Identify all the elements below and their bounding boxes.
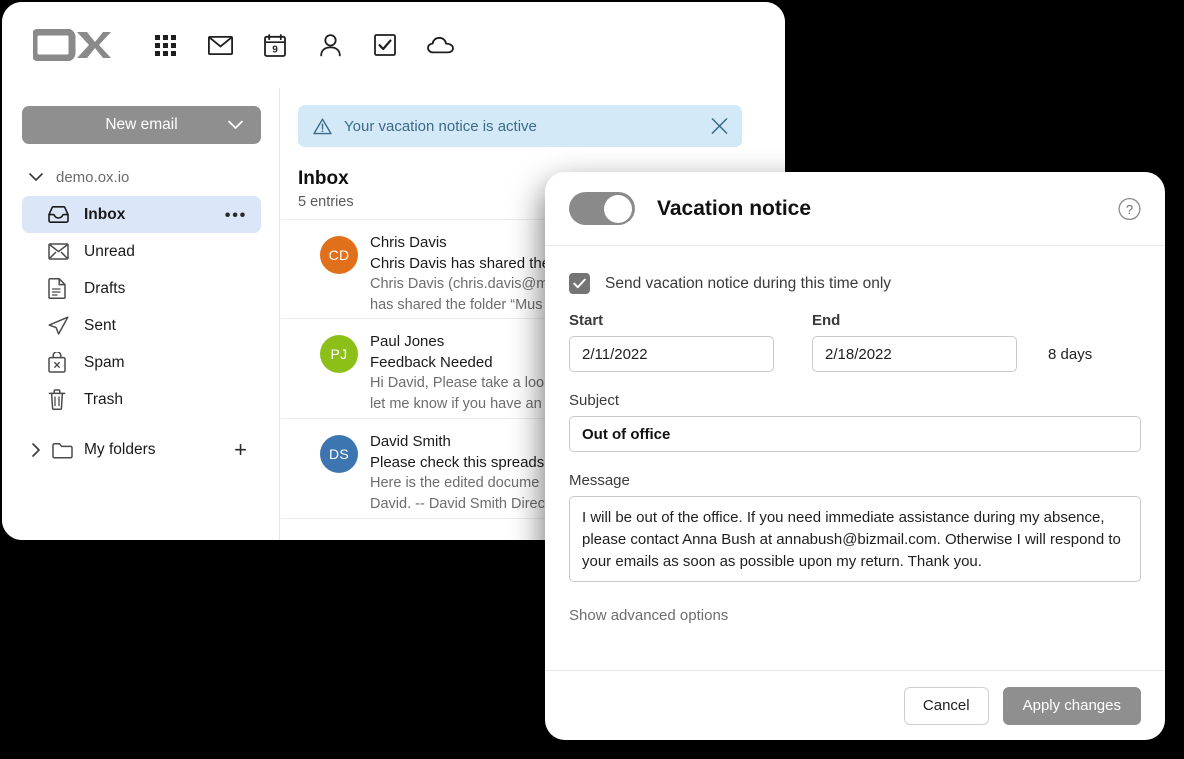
folder-more-options-icon[interactable]: •••	[225, 206, 247, 223]
sidebar-item-spam[interactable]: Spam	[22, 344, 261, 381]
sidebar: New email demo.ox.io Inbox ••• Unread Dr…	[2, 88, 280, 540]
avatar: PJ	[320, 335, 358, 373]
vacation-notice-toggle[interactable]	[569, 192, 635, 225]
new-email-button[interactable]: New email	[22, 106, 261, 144]
cancel-button[interactable]: Cancel	[903, 686, 989, 725]
timeframe-checkbox[interactable]	[569, 273, 590, 294]
sidebar-item-label: Trash	[84, 390, 124, 408]
start-date-field: Start	[569, 312, 774, 372]
help-question-icon[interactable]: ?	[1118, 197, 1141, 220]
end-date-field: End	[812, 312, 1017, 372]
timeframe-checkbox-row: Send vacation notice during this time on…	[569, 246, 1141, 294]
date-range-row: Start End 8 days	[569, 312, 1141, 372]
svg-text:?: ?	[1126, 201, 1133, 216]
vacation-notice-banner: Your vacation notice is active	[298, 105, 742, 147]
sidebar-item-inbox[interactable]: Inbox •••	[22, 196, 261, 233]
avatar: DS	[320, 435, 358, 473]
apps-grid-icon[interactable]	[150, 30, 180, 60]
contacts-person-icon[interactable]	[315, 30, 345, 60]
unread-envelope-icon	[48, 243, 74, 260]
sidebar-item-label: Unread	[84, 242, 135, 260]
sidebar-item-unread[interactable]: Unread	[22, 233, 261, 270]
sidebar-item-sent[interactable]: Sent	[22, 307, 261, 344]
page-title: Inbox	[298, 168, 349, 189]
sidebar-item-label: Sent	[84, 316, 116, 334]
calendar-icon[interactable]: 9	[260, 30, 290, 60]
top-bar: 9	[2, 2, 785, 88]
sidebar-item-trash[interactable]: Trash	[22, 381, 261, 418]
apply-changes-button[interactable]: Apply changes	[1002, 686, 1141, 725]
mail-icon[interactable]	[205, 30, 235, 60]
chevron-down-icon	[228, 120, 243, 130]
folder-list: Inbox ••• Unread Drafts Sent Spam Trash	[22, 196, 261, 418]
duration-text: 8 days	[1048, 346, 1093, 363]
dialog-body: Send vacation notice during this time on…	[545, 246, 1165, 670]
end-date-input[interactable]	[812, 336, 1017, 372]
chevron-right-icon	[22, 443, 50, 457]
avatar: CD	[320, 236, 358, 274]
drive-cloud-icon[interactable]	[425, 30, 455, 60]
toggle-knob	[604, 194, 632, 223]
sidebar-item-drafts[interactable]: Drafts	[22, 270, 261, 307]
show-advanced-options-link[interactable]: Show advanced options	[569, 607, 728, 624]
timeframe-checkbox-label: Send vacation notice during this time on…	[605, 274, 892, 292]
spam-bag-icon	[48, 352, 74, 373]
sent-paperplane-icon	[48, 316, 74, 335]
account-row-demo-ox-io[interactable]: demo.ox.io	[22, 163, 261, 191]
sidebar-item-label: Inbox	[84, 205, 126, 223]
inbox-icon	[48, 206, 74, 223]
entry-count: 5 entries	[298, 194, 354, 210]
message-label: Message	[569, 472, 630, 489]
folder-icon	[50, 442, 74, 459]
tasks-checkbox-icon[interactable]	[370, 30, 400, 60]
check-icon	[573, 278, 586, 289]
ox-logo	[30, 28, 111, 62]
start-date-label: Start	[569, 312, 604, 329]
banner-text: Your vacation notice is active	[344, 117, 537, 135]
vacation-notice-dialog: Vacation notice ? Send vacation notice d…	[545, 172, 1165, 740]
calendar-day-number: 9	[272, 44, 278, 55]
end-date-label: End	[812, 312, 841, 329]
warning-triangle-icon	[313, 118, 332, 135]
close-icon[interactable]	[711, 118, 728, 135]
trash-bin-icon	[48, 389, 74, 410]
subject-input[interactable]	[569, 416, 1141, 452]
start-date-input[interactable]	[569, 336, 774, 372]
new-email-label: New email	[105, 116, 178, 133]
sidebar-item-my-folders[interactable]: My folders +	[22, 433, 261, 467]
sidebar-item-label: My folders	[84, 441, 156, 458]
dialog-footer: Cancel Apply changes	[545, 670, 1165, 740]
chevron-down-icon	[22, 172, 50, 182]
add-folder-icon[interactable]: +	[234, 439, 247, 461]
message-textarea[interactable]: I will be out of the office. If you need…	[569, 496, 1141, 582]
account-name: demo.ox.io	[56, 168, 130, 186]
subject-label: Subject	[569, 392, 620, 409]
dialog-header: Vacation notice ?	[545, 172, 1165, 246]
dialog-title: Vacation notice	[657, 196, 812, 220]
sidebar-item-label: Spam	[84, 353, 125, 371]
sidebar-item-label: Drafts	[84, 279, 126, 297]
draft-document-icon	[48, 278, 74, 299]
